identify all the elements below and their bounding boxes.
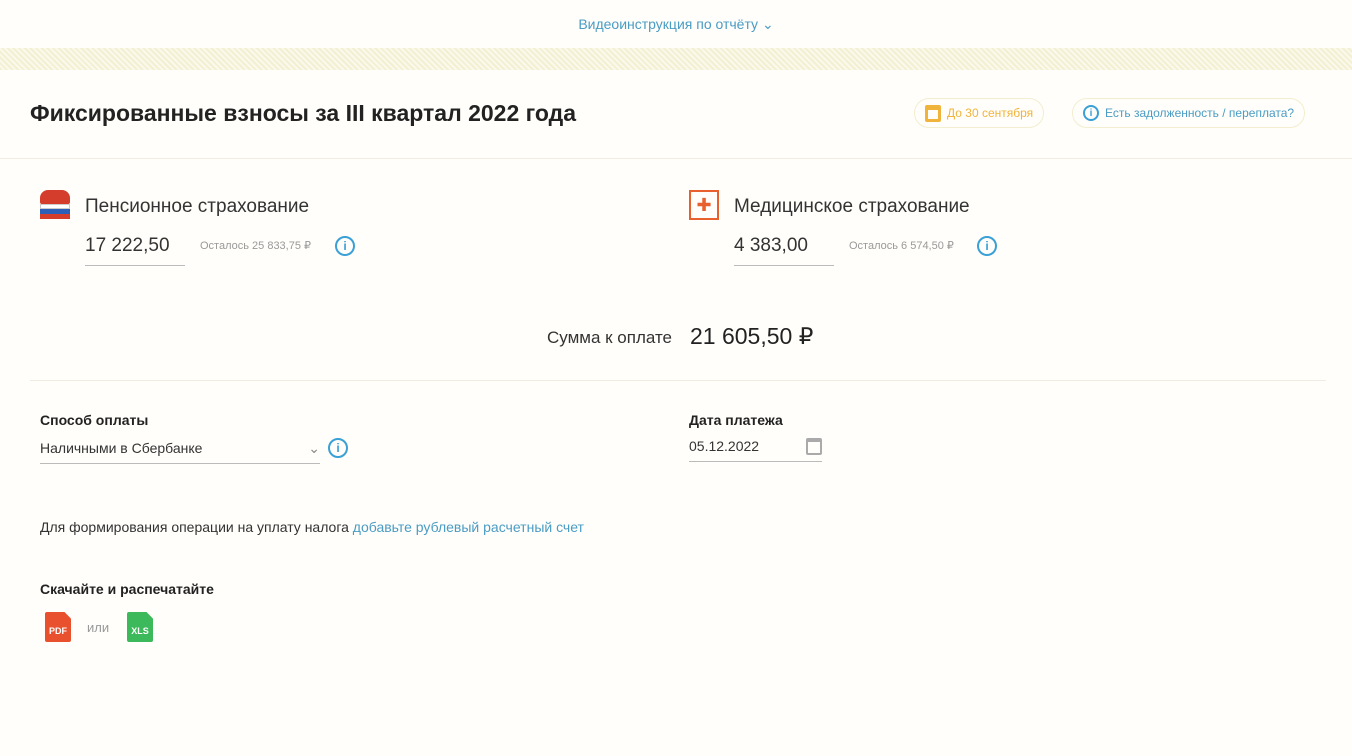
divider [0, 158, 1352, 159]
download-pdf-button[interactable]: PDF [45, 612, 71, 642]
deadline-text: До 30 сентября [947, 106, 1034, 120]
video-instruction-label: Видеоинструкция по отчёту [578, 15, 759, 32]
medical-amount-input[interactable]: 4 383,00 [734, 235, 834, 266]
add-account-link[interactable]: добавьте рублевый расчетный счет [353, 519, 584, 535]
chevron-down-icon: ⌄ [308, 440, 320, 456]
payment-date-input[interactable]: 05.12.2022 [689, 438, 822, 462]
total-value: 21 605,50 ₽ [690, 323, 814, 349]
info-icon: i [1083, 105, 1099, 121]
total-label: Сумма к оплате [547, 328, 673, 347]
ffoms-logo-icon: ✚ [689, 190, 719, 220]
medical-info-icon[interactable]: i [977, 236, 997, 256]
pension-title: Пенсионное страхование [85, 196, 310, 217]
pension-amount-input[interactable]: 17 222,50 [85, 235, 185, 266]
divider [30, 380, 1326, 381]
calendar-icon[interactable] [806, 438, 822, 455]
payment-method-select[interactable]: Наличными в Сбербанке ⌄ [40, 440, 320, 464]
payment-date-value: 05.12.2022 [689, 438, 760, 454]
account-notice: Для формирования операции на уплату нало… [40, 519, 584, 535]
page-title: Фиксированные взносы за III квартал 2022… [30, 100, 577, 126]
pfr-logo-icon [40, 190, 70, 220]
header-stripe [0, 48, 1352, 70]
xls-icon-label: XLS [131, 626, 149, 636]
medical-remaining: Осталось 6 574,50 ₽ [849, 240, 954, 252]
pdf-icon-label: PDF [49, 626, 67, 636]
payment-method-label: Способ оплаты [40, 412, 149, 428]
payment-method-info-icon[interactable]: i [328, 438, 348, 458]
pension-remaining: Осталось 25 833,75 ₽ [200, 240, 312, 252]
deadline-badge: До 30 сентября [914, 98, 1045, 128]
debt-overpayment-label: Есть задолженность / переплата? [1105, 106, 1295, 120]
payment-method-value: Наличными в Сбербанке [40, 440, 203, 456]
notice-text: Для формирования операции на уплату нало… [40, 519, 353, 535]
payment-date-label: Дата платежа [689, 412, 783, 428]
chevron-down-icon: ⌄ [761, 15, 774, 32]
top-bar: Видеоинструкция по отчёту ⌄ [0, 0, 1352, 48]
video-instruction-link[interactable]: Видеоинструкция по отчёту ⌄ [578, 16, 773, 33]
calendar-icon [925, 104, 941, 122]
download-xls-button[interactable]: XLS [127, 612, 153, 642]
medical-title: Медицинское страхование [734, 196, 970, 217]
pension-info-icon[interactable]: i [335, 236, 355, 256]
debt-overpayment-button[interactable]: i Есть задолженность / переплата? [1072, 98, 1306, 128]
download-label: Скачайте и распечатайте [40, 581, 214, 597]
or-text: или [87, 620, 110, 635]
